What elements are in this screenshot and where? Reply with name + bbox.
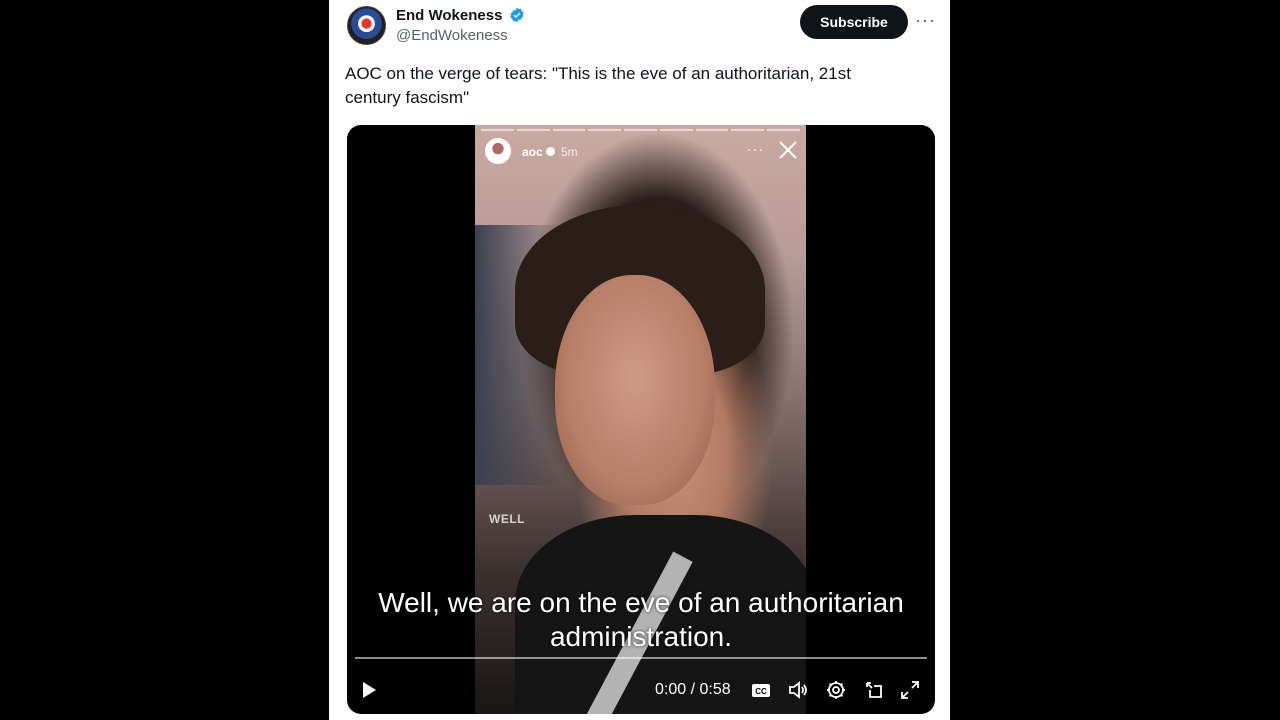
subscribe-button[interactable]: Subscribe <box>800 5 908 39</box>
story-username: aoc <box>522 145 543 159</box>
story-verified-icon <box>546 147 555 156</box>
video-subtitle: Well, we are on the eve of an authoritar… <box>347 586 935 654</box>
story-close-icon <box>779 141 797 159</box>
captions-icon[interactable]: CC <box>750 679 772 701</box>
story-avatar <box>485 138 511 164</box>
volume-icon[interactable] <box>787 679 809 701</box>
video-timecode: 0:00 / 0:58 <box>655 681 731 698</box>
play-icon[interactable] <box>359 680 379 700</box>
more-options-icon[interactable]: ··· <box>915 10 936 31</box>
author-avatar[interactable] <box>347 6 386 45</box>
author-name[interactable]: End Wokeness <box>396 7 502 24</box>
subtitle-line-2: administration. <box>549 621 733 652</box>
story-progress <box>481 129 801 131</box>
subtitle-line-1: Well, we are on the eve of an authoritar… <box>378 587 904 618</box>
story-more-icon: ··· <box>747 141 764 157</box>
verified-badge-icon <box>510 7 524 23</box>
burned-caption: WELL <box>489 512 525 526</box>
video-controls: 0:00 / 0:58 CC <box>347 670 935 710</box>
person-face <box>555 275 715 505</box>
svg-text:CC: CC <box>755 687 767 696</box>
author-handle[interactable]: @EndWokeness <box>396 27 508 44</box>
picture-in-picture-icon[interactable] <box>863 679 885 701</box>
tweet-text: AOC on the verge of tears: "This is the … <box>345 64 851 107</box>
settings-gear-icon[interactable] <box>825 679 847 701</box>
video-player[interactable]: aoc 5m ··· WELL Well, we are on the eve … <box>347 125 935 714</box>
video-scrubber[interactable] <box>355 657 927 659</box>
story-time: 5m <box>561 145 578 159</box>
fullscreen-icon[interactable] <box>899 679 921 701</box>
tweet-card: End Wokeness @EndWokeness Subscribe ··· … <box>329 0 950 720</box>
